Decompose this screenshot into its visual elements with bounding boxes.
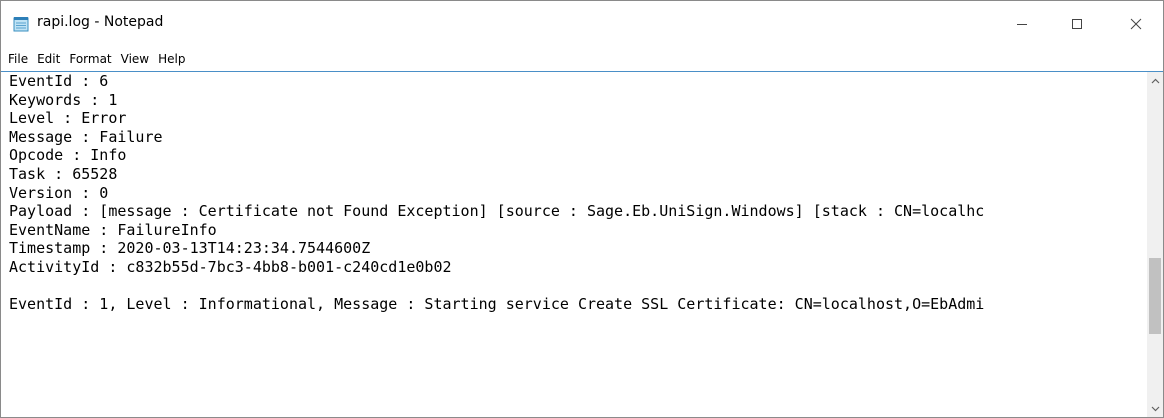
- minimize-icon: [1017, 24, 1027, 25]
- scroll-thumb[interactable]: [1149, 258, 1161, 335]
- menu-format[interactable]: Format: [65, 50, 115, 68]
- text-line: Task : 65528: [9, 164, 118, 183]
- maximize-icon: [1072, 19, 1082, 29]
- notepad-window: rapi.log - Notepad File Edit Format View…: [0, 0, 1164, 418]
- text-line: Timestamp : 2020-03-13T14:23:34.7544600Z: [9, 239, 371, 258]
- menu-view[interactable]: View: [117, 50, 153, 68]
- text-line: Payload : [message : Certificate not Fou…: [9, 202, 985, 221]
- maximize-button[interactable]: [1054, 1, 1100, 47]
- scroll-down-button[interactable]: [1147, 400, 1163, 417]
- text-editor[interactable]: EventId : 6 Keywords : 1 Level : Error M…: [1, 72, 1147, 417]
- notepad-icon: [13, 17, 29, 32]
- text-line: Message : Failure: [9, 127, 163, 146]
- window-title: rapi.log - Notepad: [37, 14, 164, 30]
- text-line: ActivityId : c832b55d-7bc3-4bb8-b001-c24…: [9, 257, 452, 276]
- menu-edit[interactable]: Edit: [33, 50, 64, 68]
- close-button[interactable]: [1113, 1, 1159, 47]
- vertical-scrollbar[interactable]: [1147, 72, 1163, 417]
- text-line: EventName : FailureInfo: [9, 220, 217, 239]
- text-line: Level : Error: [9, 109, 127, 128]
- text-line: Opcode : Info: [9, 146, 127, 165]
- title-bar[interactable]: rapi.log - Notepad: [1, 1, 1163, 47]
- close-icon: [1130, 18, 1142, 30]
- scroll-up-button[interactable]: [1147, 72, 1163, 89]
- text-line: EventId : 6: [9, 72, 109, 90]
- menu-file[interactable]: File: [4, 50, 32, 68]
- menu-help[interactable]: Help: [154, 50, 189, 68]
- chevron-down-icon: [1151, 406, 1159, 411]
- text-line: Keywords : 1: [9, 90, 118, 109]
- menu-bar: File Edit Format View Help: [1, 48, 1163, 70]
- chevron-up-icon: [1151, 78, 1159, 83]
- text-line: Version : 0: [9, 183, 109, 202]
- text-line: EventId : 1, Level : Informational, Mess…: [9, 295, 985, 314]
- text-line: [1, 277, 1147, 296]
- minimize-button[interactable]: [999, 1, 1045, 47]
